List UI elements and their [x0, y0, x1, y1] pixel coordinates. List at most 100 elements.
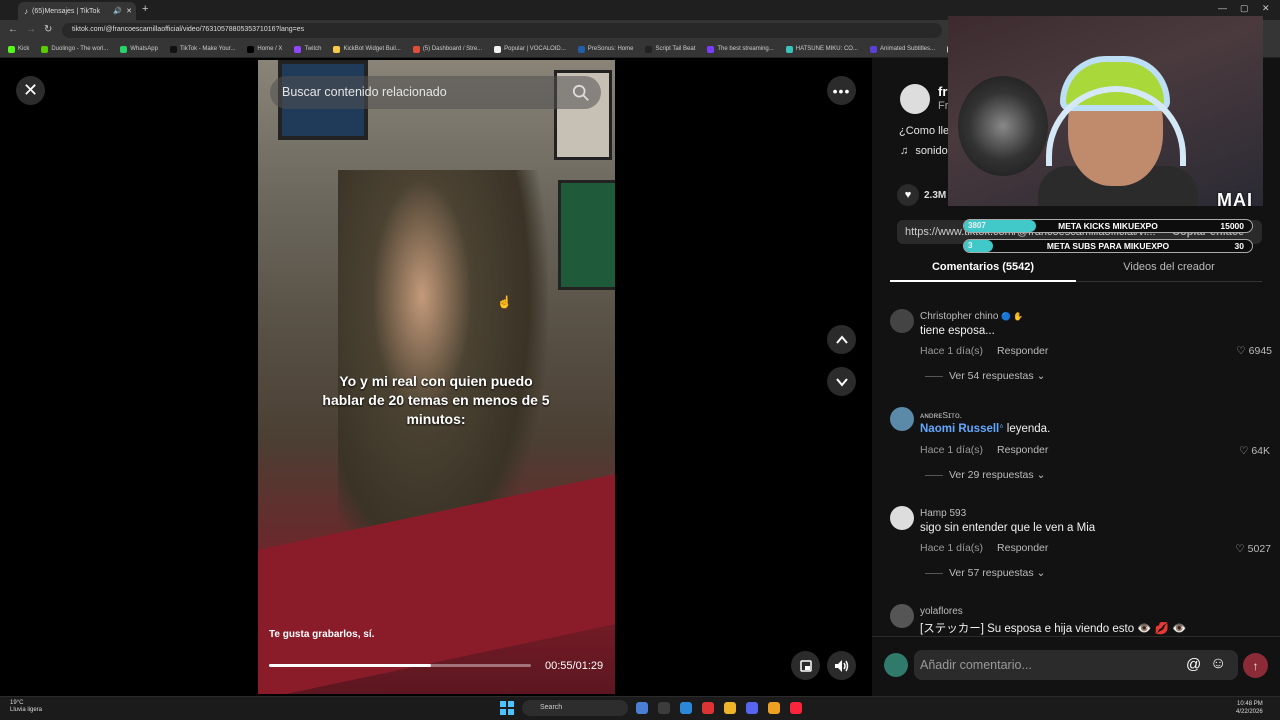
drum-kit: [958, 76, 1048, 176]
bookmark-item[interactable]: Popular | VOCALOID...: [494, 45, 566, 53]
taskbar-app-icon[interactable]: [746, 702, 758, 714]
tab-comments[interactable]: Comentarios (5542): [890, 254, 1076, 282]
bookmark-label: Duolingo - The worl...: [51, 46, 109, 52]
comment-like-button[interactable]: ♡ 64K: [1200, 445, 1270, 457]
maximize-icon[interactable]: ▢: [1240, 3, 1249, 14]
taskbar-app-icon[interactable]: [768, 702, 780, 714]
view-replies-button[interactable]: Ver 29 respuestas ⌄: [925, 469, 1045, 481]
picture-in-picture-button[interactable]: [791, 651, 820, 680]
close-tab-icon[interactable]: ✕: [126, 7, 132, 15]
windows-start-icon[interactable]: [500, 701, 514, 715]
comment-avatar[interactable]: [890, 407, 914, 431]
taskbar-app-icon[interactable]: [790, 702, 802, 714]
bookmark-item[interactable]: WhatsApp: [120, 45, 158, 53]
goal-label: META KICKS MIKUEXPO: [1058, 221, 1158, 231]
comment-like-button[interactable]: ♡ 5027: [1200, 543, 1271, 555]
close-video-button[interactable]: ✕: [16, 76, 45, 105]
more-options-button[interactable]: •••: [827, 76, 856, 105]
bookmark-item[interactable]: PreSonus: Home: [577, 45, 634, 53]
taskbar-search[interactable]: Search: [522, 700, 628, 716]
bookmark-item[interactable]: Home / X: [247, 45, 282, 53]
comment-text: tiene esposa...: [920, 325, 995, 337]
view-replies-button[interactable]: Ver 54 respuestas ⌄: [925, 370, 1045, 382]
next-video-button[interactable]: [827, 367, 856, 396]
back-icon[interactable]: ←: [8, 24, 18, 35]
mouse-cursor-icon: ☝: [497, 295, 512, 309]
view-replies-button[interactable]: Ver 57 respuestas ⌄: [925, 567, 1045, 579]
progress-bar[interactable]: [269, 664, 531, 667]
weather-temp: 19°C: [10, 700, 24, 706]
comment-avatar[interactable]: [890, 309, 914, 333]
search-icon[interactable]: [572, 84, 590, 102]
comment-username[interactable]: Hamp 593: [920, 508, 966, 519]
reply-button[interactable]: Responder: [997, 542, 1048, 554]
close-window-icon[interactable]: ✕: [1262, 3, 1270, 14]
taskbar-app-icon[interactable]: [636, 702, 648, 714]
bookmark-favicon-icon: [169, 45, 177, 53]
pip-icon: [799, 659, 812, 672]
taskbar-app-icon[interactable]: [658, 702, 670, 714]
bookmark-item[interactable]: HATSUNE MIKU: CO...: [785, 45, 858, 53]
reply-button[interactable]: Responder: [997, 345, 1048, 357]
send-comment-button[interactable]: ↑: [1243, 653, 1268, 678]
mention-at-icon[interactable]: @: [1186, 656, 1201, 673]
comment-username[interactable]: ᴀɴᴅʀᴇSɪᴛᴏ.: [920, 410, 962, 420]
bookmark-item[interactable]: (5) Dashboard / Stre...: [412, 45, 482, 53]
like-count: 2.3M: [924, 190, 947, 201]
bookmark-label: PreSonus: Home: [587, 46, 634, 52]
kicks-goal-bar: 3807 META KICKS MIKUEXPO 15000: [963, 219, 1253, 233]
new-tab-button[interactable]: +: [142, 3, 148, 15]
clock-date: 4/22/2026: [1236, 709, 1263, 715]
minimize-icon[interactable]: —: [1218, 3, 1227, 13]
music-row[interactable]: ♫ sonido: [900, 145, 948, 157]
tab-creator-videos[interactable]: Videos del creador: [1076, 254, 1262, 282]
chevron-down-icon: ⌄: [1036, 370, 1046, 382]
creator-name[interactable]: fr: [938, 84, 947, 99]
emoji-icon[interactable]: ☺: [1210, 655, 1226, 673]
user-avatar[interactable]: [884, 653, 908, 677]
comment-time: Hace 1 día(s) Responder: [920, 345, 1049, 357]
bookmark-item[interactable]: Animated Subtitles...: [869, 45, 935, 53]
comment-username[interactable]: Christopher chino 🔵 ✋: [920, 311, 1023, 322]
creator-avatar[interactable]: [900, 84, 930, 114]
stream-brand-logo: MAI: [1217, 190, 1253, 210]
bookmark-item[interactable]: Kick: [8, 45, 29, 53]
comment-like-button[interactable]: ♡ 6945: [1200, 345, 1272, 357]
related-search-input[interactable]: Buscar contenido relacionado: [270, 76, 601, 109]
bookmark-item[interactable]: TikTok - Make Your...: [169, 45, 235, 53]
taskbar-app-icon[interactable]: [702, 702, 714, 714]
reload-icon[interactable]: ↻: [44, 24, 52, 35]
video-time: 00:55/01:29: [545, 660, 604, 672]
bookmark-item[interactable]: Twitch: [294, 45, 321, 53]
tab-title: (65)Mensajes | TikTok: [32, 7, 100, 15]
bookmark-label: HATSUNE MIKU: CO...: [795, 46, 858, 52]
music-label: sonido: [915, 145, 948, 157]
comment-mention[interactable]: Naomi Russell: [920, 423, 999, 435]
like-button[interactable]: ♥: [897, 184, 919, 206]
taskbar-app-icon[interactable]: [680, 702, 692, 714]
previous-video-button[interactable]: [827, 325, 856, 354]
comment-username[interactable]: yolaflores: [920, 606, 963, 617]
system-clock[interactable]: 10:48 PM 4/22/2026: [1236, 700, 1263, 716]
heart-outline-icon: ♡: [1236, 345, 1246, 357]
audio-icon[interactable]: 🔊: [113, 7, 122, 15]
chevron-down-icon: ⌄: [1036, 567, 1046, 579]
bookmark-item[interactable]: Duolingo - The worl...: [41, 45, 109, 53]
taskbar-app-icon[interactable]: [724, 702, 736, 714]
bookmark-item[interactable]: KickBot Widget Buil...: [333, 45, 401, 53]
browser-tab[interactable]: ♪ (65)Mensajes | TikTok 🔊 ✕: [18, 2, 136, 20]
reply-button[interactable]: Responder: [997, 444, 1048, 456]
video-description: ¿Como lle: [899, 125, 950, 137]
weather-widget[interactable]: 19°C Lluvia ligera: [10, 700, 42, 714]
bookmark-item[interactable]: The best streaming...: [707, 45, 774, 53]
comment-avatar[interactable]: [890, 604, 914, 628]
bookmark-favicon-icon: [333, 45, 341, 53]
progress-fill: [269, 664, 432, 667]
goal-label: META SUBS PARA MIKUEXPO: [1046, 241, 1170, 251]
forward-icon[interactable]: →: [26, 24, 36, 35]
url-field[interactable]: tiktok.com/@francoescamillaofficial/vide…: [62, 23, 942, 38]
arrow-up-icon: ↑: [1252, 658, 1259, 673]
comment-avatar[interactable]: [890, 506, 914, 530]
volume-button[interactable]: [827, 651, 856, 680]
bookmark-item[interactable]: Script Tail Beat: [645, 45, 695, 53]
